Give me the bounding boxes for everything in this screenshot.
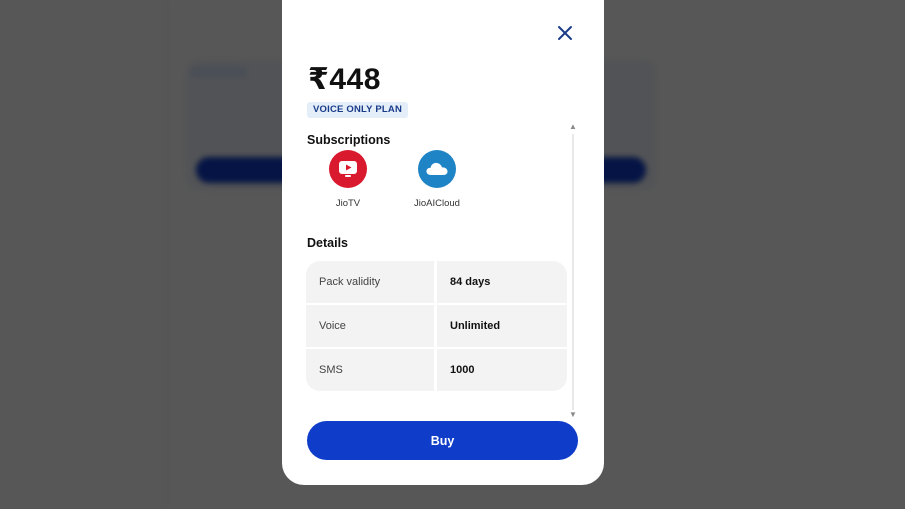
details-row: SMS 1000: [306, 349, 567, 391]
scrollbar-track[interactable]: [572, 134, 574, 410]
details-title: Details: [307, 236, 348, 250]
detail-value: Unlimited: [437, 305, 567, 347]
plan-details-modal: ₹448 VOICE ONLY PLAN Subscriptions JioTV: [282, 0, 604, 485]
subscription-item-jioaicloud: JioAICloud: [397, 150, 477, 209]
subscription-label: JioTV: [335, 198, 361, 209]
jioaicloud-icon: [418, 150, 456, 188]
close-icon: [557, 25, 573, 46]
scroll-up-arrow-icon[interactable]: ▲: [568, 122, 578, 132]
plan-details-scroll-area[interactable]: Subscriptions JioTV JioAICloud Details P…: [282, 122, 604, 420]
plan-type-badge: VOICE ONLY PLAN: [307, 102, 409, 118]
details-row: Voice Unlimited: [306, 305, 567, 347]
buy-button[interactable]: Buy: [307, 421, 578, 460]
detail-key: SMS: [306, 349, 434, 391]
scroll-down-arrow-icon[interactable]: ▼: [568, 410, 578, 420]
detail-value: 1000: [437, 349, 567, 391]
subscription-label: JioAICloud: [414, 198, 460, 209]
subscriptions-title: Subscriptions: [307, 133, 391, 147]
plan-price: ₹448: [308, 63, 381, 96]
details-table: Pack validity 84 days Voice Unlimited SM…: [306, 261, 567, 393]
scrollbar[interactable]: ▲ ▼: [568, 122, 578, 420]
close-button[interactable]: [554, 24, 576, 46]
subscription-item-jiotv: JioTV: [308, 150, 388, 209]
detail-value: 84 days: [437, 261, 567, 303]
details-row: Pack validity 84 days: [306, 261, 567, 303]
detail-key: Pack validity: [306, 261, 434, 303]
detail-key: Voice: [306, 305, 434, 347]
jiotv-icon: [329, 150, 367, 188]
